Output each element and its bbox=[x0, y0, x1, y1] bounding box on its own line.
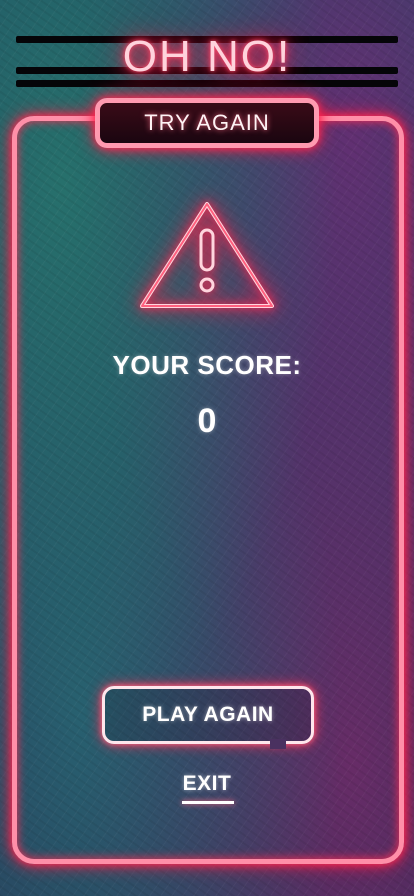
exit-underline bbox=[182, 801, 234, 804]
play-again-label: PLAY AGAIN bbox=[142, 703, 274, 726]
button-border-gap bbox=[270, 739, 286, 749]
page-title: OH NO! bbox=[122, 32, 292, 81]
try-again-banner: TRY AGAIN bbox=[95, 98, 319, 148]
play-again-button[interactable]: PLAY AGAIN bbox=[102, 686, 314, 744]
warning-icon bbox=[140, 202, 274, 308]
score-label: YOUR SCORE: bbox=[112, 350, 302, 380]
score-value: 0 bbox=[197, 402, 217, 440]
try-again-label: TRY AGAIN bbox=[144, 110, 270, 135]
exit-button[interactable]: EXIT bbox=[167, 772, 247, 796]
